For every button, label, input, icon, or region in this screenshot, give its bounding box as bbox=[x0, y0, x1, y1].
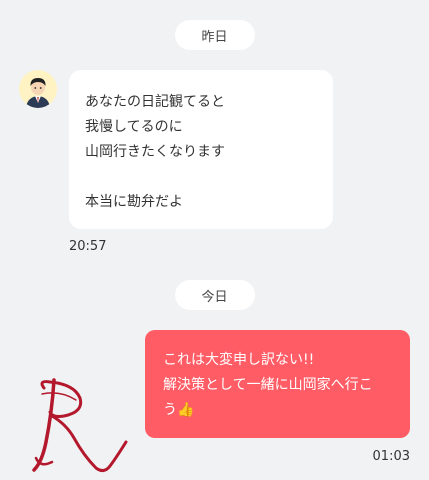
message-line: これは大変申し訳ない!! bbox=[163, 352, 315, 368]
outgoing-message-bubble[interactable]: これは大変申し訳ない!! 解決策として一緒に山岡家へ行こ う👍 bbox=[145, 330, 410, 438]
signature-r-logo bbox=[32, 378, 128, 473]
message-line: 我慢してるのに bbox=[85, 119, 183, 135]
date-label: 昨日 bbox=[201, 29, 228, 45]
message-line: あなたの日記観てると bbox=[85, 94, 225, 110]
message-line: 山岡行きたくなります bbox=[85, 144, 225, 160]
incoming-message-bubble[interactable]: あなたの日記観てると 我慢してるのに 山岡行きたくなります 本当に勘弁だよ bbox=[69, 70, 333, 229]
date-separator-today: 今日 bbox=[174, 280, 255, 310]
date-label: 今日 bbox=[201, 289, 228, 305]
message-line: 本当に勘弁だよ bbox=[85, 194, 183, 210]
message-line: う👍 bbox=[163, 402, 195, 418]
avatar[interactable] bbox=[19, 70, 57, 108]
user-avatar-icon bbox=[19, 70, 57, 108]
message-timestamp: 01:03 bbox=[372, 449, 410, 464]
date-separator-yesterday: 昨日 bbox=[174, 20, 255, 50]
message-line bbox=[85, 165, 317, 190]
message-timestamp: 20:57 bbox=[69, 239, 107, 254]
message-line: 解決策として一緒に山岡家へ行こ bbox=[163, 377, 373, 393]
